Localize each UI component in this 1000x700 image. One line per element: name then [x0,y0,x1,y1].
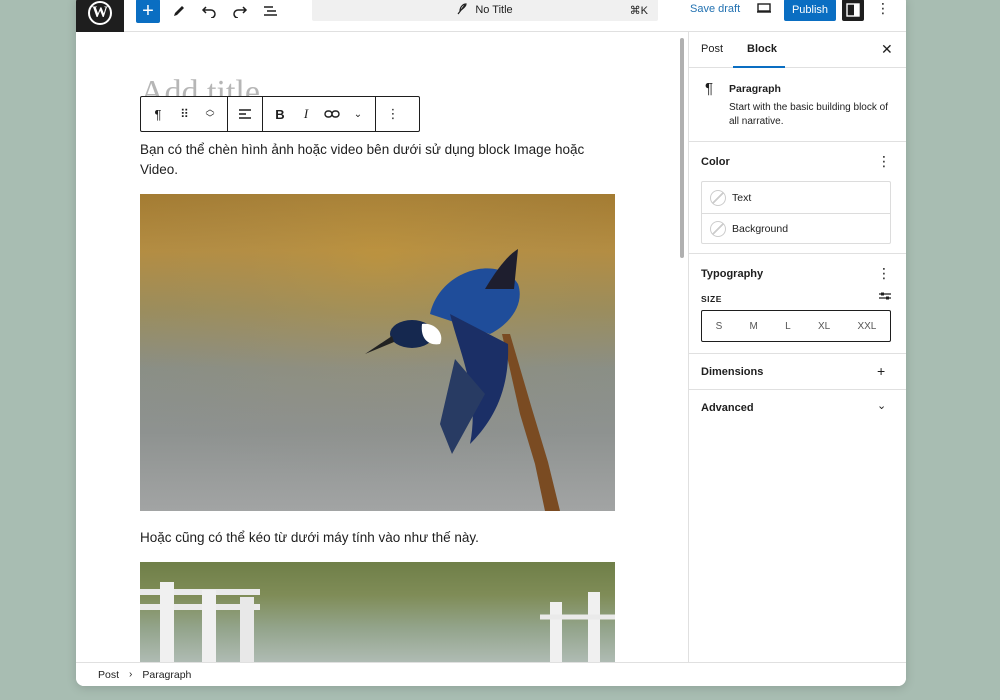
paragraph-block-2[interactable]: Hoặc cũng có thể kéo từ dưới máy tính và… [140,528,610,548]
align-text-button[interactable] [232,101,258,127]
size-option-s[interactable]: S [716,321,723,332]
paragraph-block-type-button[interactable]: ¶ [145,101,171,127]
more-rich-text-button[interactable]: ⌄ [345,101,371,127]
more-vertical-icon: ⋮ [386,106,400,121]
wordpress-logo-button[interactable]: W [76,0,124,32]
publish-button[interactable]: Publish [784,0,836,21]
block-options-button[interactable]: ⋮ [380,101,406,127]
sidebar-icon [846,3,860,17]
block-name: Paragraph [729,83,781,95]
plus-icon: + [142,0,154,22]
drag-handle-icon: ⠿ [180,107,189,121]
breadcrumb-paragraph[interactable]: Paragraph [142,669,191,681]
size-option-l[interactable]: L [785,321,791,332]
pilcrow-icon: ¶ [154,106,162,122]
bold-button[interactable]: B [267,101,293,127]
link-button[interactable] [319,101,345,127]
empty-swatch-icon [710,189,726,206]
advanced-panel[interactable]: Advanced ⌄ [689,390,906,426]
block-description: Start with the basic building block of a… [729,102,888,127]
options-menu-icon[interactable]: ⋮ [876,0,890,17]
bold-icon: B [275,106,285,122]
link-icon [324,110,340,118]
align-left-icon [239,109,251,119]
block-card: ¶ Paragraph Start with the basic buildin… [689,68,906,142]
editor-window: W + No Title ⌘K Save draft Publish ⋮ Add… [76,0,906,686]
close-icon[interactable]: ✕ [881,41,893,58]
font-size-picker: S M L XL XXL [701,310,891,342]
feather-icon [457,2,467,18]
alignment-group [228,97,263,131]
add-block-button[interactable]: + [136,0,160,23]
breadcrumb-post[interactable]: Post [98,669,119,681]
color-panel: Color ⋮ Text Background [689,142,906,254]
chevron-right-icon: › [129,669,133,680]
typography-panel: Typography ⋮ SIZE S M L XL XXL [689,254,906,354]
settings-toggle-button[interactable] [842,0,864,21]
undo-icon [201,6,216,18]
breadcrumb: Post › Paragraph [76,662,906,686]
advanced-panel-title: Advanced [701,402,754,414]
color-panel-title: Color [701,156,730,168]
block-toolbar: ¶ ⠿ ︿ ﹀ B I ⌄ ⋮ [140,96,420,132]
custom-size-icon[interactable] [879,290,891,304]
document-title: No Title [475,4,513,16]
desktop-preview-icon [757,3,771,13]
dimensions-panel[interactable]: Dimensions + [689,354,906,390]
drag-handle[interactable]: ⠿ [171,101,197,127]
tab-block[interactable]: Block [747,43,777,55]
empty-swatch-icon [710,221,726,237]
document-title-bar[interactable]: No Title ⌘K [312,0,658,21]
settings-sidebar: Post Block ✕ ¶ Paragraph Start with the … [688,32,906,662]
format-group: B I ⌄ [263,97,376,131]
typography-options-icon[interactable]: ⋮ [877,265,891,282]
list-view-icon [264,6,277,16]
undo-button[interactable] [196,0,222,23]
pen-icon [174,6,184,16]
move-up-down-button[interactable]: ︿ ﹀ [197,101,223,127]
chevron-down-icon: ﹀ [205,113,215,123]
chevron-down-icon[interactable]: ⌄ [877,399,886,412]
chevron-down-icon: ⌄ [353,108,363,120]
size-label: SIZE [701,294,722,304]
plus-icon[interactable]: + [877,363,885,379]
color-options-icon[interactable]: ⋮ [877,153,891,170]
color-item-label: Background [732,223,789,235]
italic-icon: I [303,106,309,121]
wordpress-logo-icon: W [88,1,112,25]
size-option-m[interactable]: M [750,321,758,332]
fence-photo-illustration [140,582,615,662]
sidebar-tabs: Post Block ✕ [689,32,906,68]
tools-button[interactable] [166,0,192,23]
color-item-label: Text [732,191,752,204]
paragraph-block[interactable]: Bạn có thể chèn hình ảnh hoặc video bên … [140,140,610,180]
canvas-scrollbar[interactable] [680,38,684,258]
top-toolbar: W + No Title ⌘K Save draft Publish ⋮ [76,0,906,32]
save-draft-button[interactable]: Save draft [690,3,740,15]
italic-button[interactable]: I [293,101,319,127]
size-option-xl[interactable]: XL [818,321,830,332]
block-switcher-group: ¶ ⠿ ︿ ﹀ [141,97,228,131]
dimensions-panel-title: Dimensions [701,366,764,378]
typography-panel-title: Typography [701,268,764,280]
pilcrow-icon: ¶ [705,80,714,97]
options-group: ⋮ [376,97,410,131]
size-option-xxl[interactable]: XXL [857,321,876,332]
color-background-item[interactable]: Background [702,213,890,244]
editor-canvas: Add title ¶ ⠿ ︿ ﹀ B I ⌄ ⋮ Bạn có thể chè… [76,32,688,662]
list-view-button[interactable] [258,0,284,23]
color-text-item[interactable]: Text [702,182,890,213]
command-shortcut: ⌘K [629,4,648,17]
kingfisher-image[interactable] [140,194,615,511]
redo-button[interactable] [227,0,253,23]
color-list: Text Background [701,181,891,244]
kingfisher-bird-illustration [140,194,615,511]
preview-button[interactable] [756,1,772,20]
second-image[interactable] [140,562,615,662]
redo-icon [233,6,248,18]
tab-post[interactable]: Post [701,43,723,55]
